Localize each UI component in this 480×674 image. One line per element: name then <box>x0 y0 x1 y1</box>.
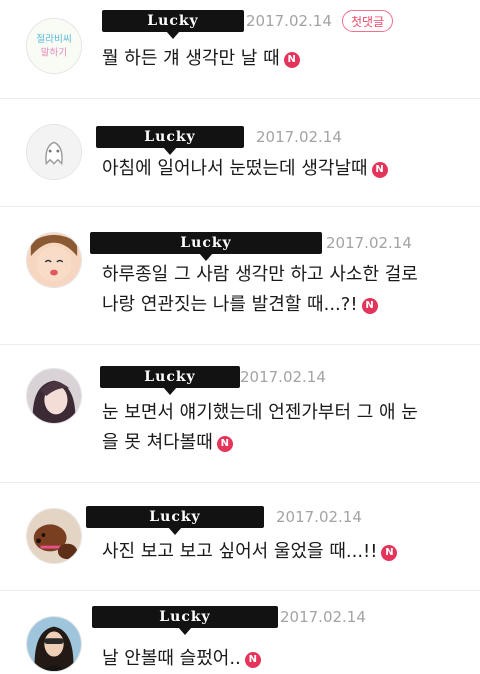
new-icon: N <box>216 436 233 452</box>
avatar[interactable] <box>26 124 82 180</box>
comment-line: 나랑 연관짓는 나를 발견할 때...?! <box>102 294 358 315</box>
comment-date: 2017.02.14 <box>326 234 412 252</box>
avatar[interactable] <box>26 508 82 564</box>
comment-meta: Lucky 2017.02.14 <box>86 506 386 535</box>
new-icon: N <box>361 298 378 314</box>
comment-date: 2017.02.14 <box>246 12 332 30</box>
comment-meta: Lucky 2017.02.14 <box>90 232 420 261</box>
comment-text: 날 안볼때 슬펐어.. N <box>102 644 261 674</box>
comment-item: Lucky 2017.02.14 날 안볼때 슬펐어.. N <box>0 590 480 674</box>
comment-line: 아침에 일어나서 눈떴는데 생각날때 <box>102 158 368 179</box>
comment-meta: Lucky 2017.02.14 첫댓글 <box>102 10 472 39</box>
comment-text: 사진 보고 보고 싶어서 울었을 때...!! N <box>102 537 398 567</box>
comment-line: 날 안볼때 슬펐어.. <box>102 648 241 669</box>
author-name[interactable]: Lucky <box>92 606 278 635</box>
new-icon: N <box>244 652 261 668</box>
author-name[interactable]: Lucky <box>102 10 244 39</box>
comment-item: Lucky 2017.02.14 하루종일 그 사람 생각만 하고 사소한 걸로… <box>0 206 480 345</box>
comment-date: 2017.02.14 <box>240 368 326 386</box>
comment-line: 뭘 하든 걔 생각만 날 때 <box>102 48 280 69</box>
comment-item: Lucky 2017.02.14 아침에 일어나서 눈떴는데 생각날때 N <box>0 98 480 207</box>
new-icon: N <box>371 162 388 178</box>
new-icon: N <box>283 52 300 68</box>
comment-line: 을 못 쳐다볼때 <box>102 432 213 453</box>
author-name[interactable]: Lucky <box>90 232 322 261</box>
comment-item: 절라비씨 말하기 Lucky 2017.02.14 첫댓글 뭘 하든 걔 생각만… <box>0 0 480 99</box>
comment-text: 하루종일 그 사람 생각만 하고 사소한 걸로 나랑 연관짓는 나를 발견할 때… <box>102 260 418 320</box>
comment-line: 사진 보고 보고 싶어서 울었을 때...!! <box>102 541 378 562</box>
comment-line: 하루종일 그 사람 생각만 하고 사소한 걸로 <box>102 264 418 285</box>
avatar-text-line2: 말하기 <box>41 47 68 59</box>
author-name[interactable]: Lucky <box>86 506 264 535</box>
comment-text: 아침에 일어나서 눈떴는데 생각날때 N <box>102 154 388 184</box>
comment-text: 뭘 하든 걔 생각만 날 때N <box>102 44 300 74</box>
avatar-text-line1: 절라비씨 <box>36 33 71 45</box>
comment-item: Lucky 2017.02.14 사진 보고 보고 싶어서 울었을 때...!!… <box>0 482 480 591</box>
avatar[interactable] <box>26 368 82 424</box>
avatar[interactable] <box>26 232 82 288</box>
comment-date: 2017.02.14 <box>256 128 342 146</box>
author-name[interactable]: Lucky <box>96 126 244 155</box>
comment-date: 2017.02.14 <box>276 508 362 526</box>
comment-meta: Lucky 2017.02.14 <box>92 606 392 635</box>
first-comment-badge: 첫댓글 <box>342 10 394 32</box>
author-name[interactable]: Lucky <box>100 366 240 395</box>
avatar[interactable]: 절라비씨 말하기 <box>26 18 82 74</box>
comment-line: 눈 보면서 얘기했는데 언젠가부터 그 애 눈 <box>102 402 418 423</box>
comment-item: Lucky 2017.02.14 눈 보면서 얘기했는데 언젠가부터 그 애 눈… <box>0 344 480 483</box>
avatar[interactable] <box>26 616 82 672</box>
comment-meta: Lucky 2017.02.14 <box>96 126 396 155</box>
new-icon: N <box>381 545 398 561</box>
comment-meta: Lucky 2017.02.14 <box>100 366 400 395</box>
comment-date: 2017.02.14 <box>280 608 366 626</box>
comment-text: 눈 보면서 얘기했는데 언젠가부터 그 애 눈 을 못 쳐다볼때 N <box>102 398 418 458</box>
